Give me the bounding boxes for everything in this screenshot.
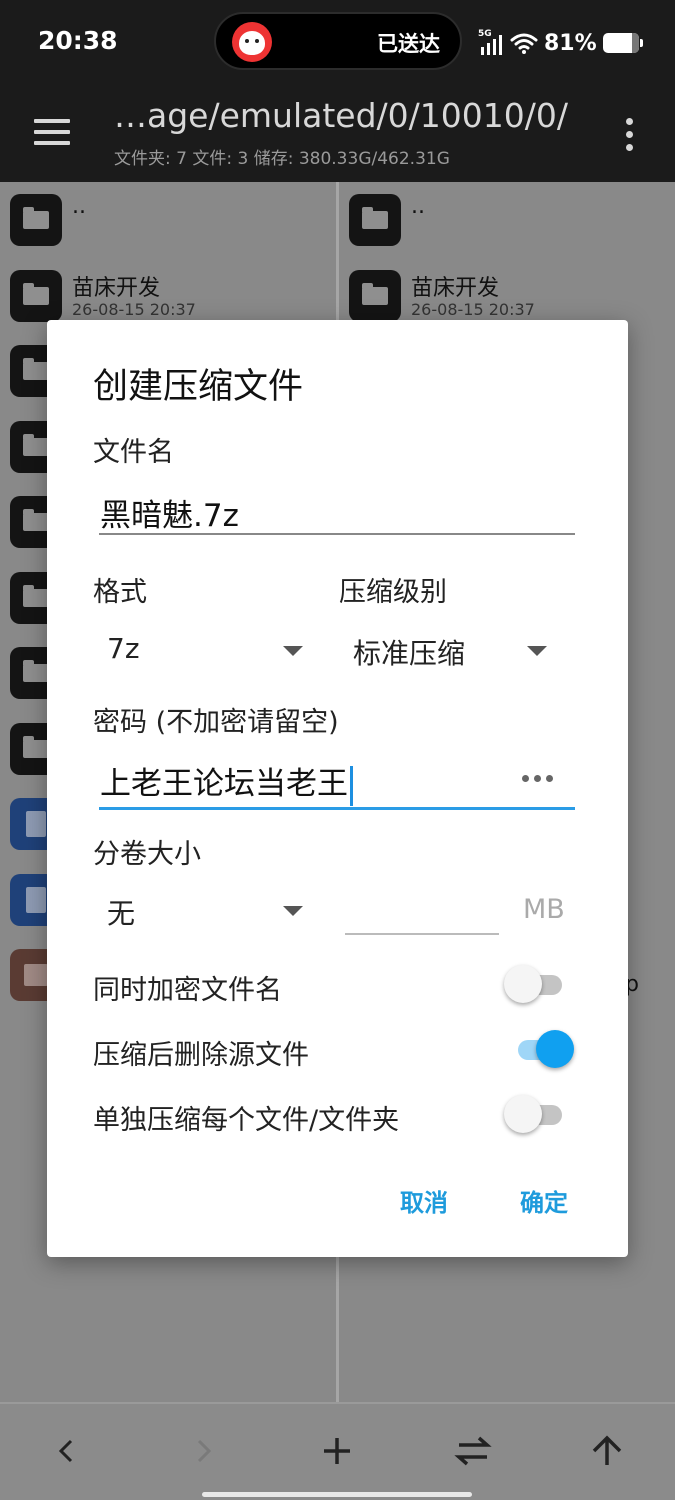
path-storage-info: 文件夹: 7 文件: 3 储存: 380.33G/462.31G <box>114 149 450 169</box>
password-underline <box>99 807 575 810</box>
split-size-input[interactable] <box>347 894 497 934</box>
text-cursor <box>350 765 353 806</box>
bottom-toolbar <box>0 1402 675 1500</box>
file-row[interactable]: .. <box>339 182 675 258</box>
encrypt-filenames-toggle[interactable] <box>504 963 576 1003</box>
file-date: 26-08-15 20:37 <box>411 299 535 319</box>
filename-label: 文件名 <box>93 437 174 468</box>
folder-icon <box>10 269 62 322</box>
delete-source-label: 压缩后删除源文件 <box>93 1040 309 1071</box>
battery-icon <box>602 33 643 53</box>
dropdown-arrow-icon <box>283 906 303 916</box>
split-size-label: 分卷大小 <box>93 839 201 870</box>
encrypt-filenames-label: 同时加密文件名 <box>93 975 282 1006</box>
battery-percentage: 81% <box>544 30 597 56</box>
chevron-left-icon[interactable] <box>42 1426 92 1476</box>
compress-separately-toggle[interactable] <box>504 1093 576 1133</box>
cellular-signal-icon: 5G <box>478 29 504 55</box>
ok-button[interactable]: 确定 <box>520 1183 568 1218</box>
compression-level-value: 标准压缩 <box>353 637 466 670</box>
filename-input[interactable]: 黑暗魅.7z <box>100 490 239 535</box>
file-name: .. <box>411 194 425 219</box>
dropdown-arrow-icon <box>283 646 303 656</box>
app-mascot-icon <box>232 22 272 62</box>
app-bar: …age/emulated/0/10010/0/ 文件夹: 7 文件: 3 储存… <box>0 86 675 182</box>
island-status-text: 已送达 <box>377 32 440 56</box>
arrow-up-icon[interactable] <box>582 1426 632 1476</box>
file-name: .. <box>72 194 86 219</box>
create-archive-dialog: 创建压缩文件 文件名 黑暗魅.7z 格式 压缩级别 7z 标准压缩 密码 (不加… <box>47 320 628 1257</box>
more-vert-icon[interactable] <box>620 114 640 154</box>
chevron-right-icon[interactable] <box>178 1426 228 1476</box>
status-time: 20:38 <box>38 26 118 55</box>
format-label: 格式 <box>93 577 147 608</box>
filename-underline <box>99 533 575 535</box>
file-name: 苗床开发 <box>411 275 500 301</box>
format-value: 7z <box>107 632 140 665</box>
split-size-value: 无 <box>107 897 136 930</box>
password-visibility-icon[interactable] <box>522 772 556 784</box>
folder-icon <box>349 269 401 322</box>
compression-level-label: 压缩级别 <box>339 577 447 608</box>
delete-source-toggle[interactable] <box>512 1028 576 1068</box>
password-input[interactable]: 上老王论坛当老王 <box>100 758 353 806</box>
dropdown-arrow-icon <box>527 646 547 656</box>
network-type: 5G <box>478 29 492 39</box>
status-bar: 20:38 已送达 5G 81% <box>0 0 675 86</box>
split-size-dropdown[interactable]: 无 <box>93 880 313 940</box>
dialog-title: 创建压缩文件 <box>93 367 304 407</box>
compress-separately-label: 单独压缩每个文件/文件夹 <box>93 1105 400 1136</box>
file-date: 26-08-15 20:37 <box>72 299 196 319</box>
split-size-underline <box>345 933 499 935</box>
format-dropdown[interactable]: 7z <box>93 620 313 680</box>
system-icons: 5G 81% <box>478 28 643 58</box>
cancel-button[interactable]: 取消 <box>400 1183 448 1218</box>
home-indicator[interactable] <box>202 1492 472 1497</box>
folder-icon <box>10 194 62 246</box>
password-value: 上老王论坛当老王 <box>100 766 348 802</box>
wifi-icon <box>510 33 538 54</box>
dynamic-island[interactable]: 已送达 <box>214 12 462 70</box>
hamburger-menu-icon[interactable] <box>34 117 72 147</box>
folder-icon <box>349 194 401 246</box>
swap-icon[interactable] <box>448 1426 498 1476</box>
split-size-unit: MB <box>523 894 565 925</box>
password-label: 密码 (不加密请留空) <box>93 707 339 738</box>
compression-level-dropdown[interactable]: 标准压缩 <box>339 620 559 680</box>
file-name: 苗床开发 <box>72 275 161 301</box>
current-path[interactable]: …age/emulated/0/10010/0/ <box>114 96 568 135</box>
file-row[interactable]: .. <box>0 182 336 258</box>
plus-icon[interactable] <box>312 1426 362 1476</box>
